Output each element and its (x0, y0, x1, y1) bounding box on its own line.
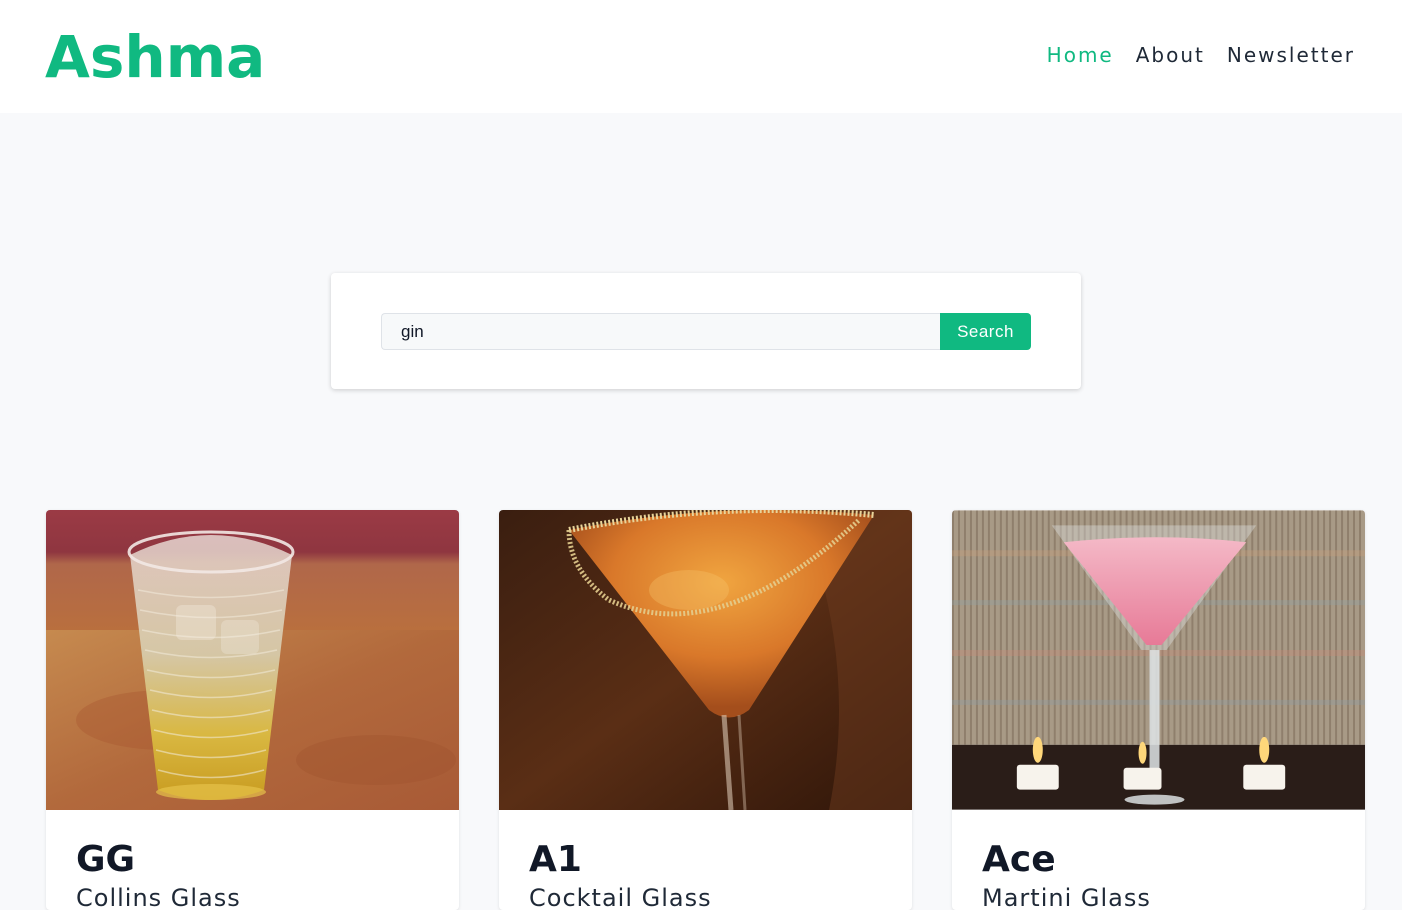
pink-martini-candles-photo (952, 510, 1365, 810)
nav-home-link[interactable]: Home (1047, 42, 1114, 68)
drink-card-ace[interactable]: Ace Martini Glass (952, 510, 1365, 910)
card-subtitle: Cocktail Glass (529, 884, 712, 910)
card-title: GG (76, 839, 136, 880)
brand-logo[interactable]: Ashma (45, 22, 265, 92)
card-title: A1 (529, 839, 582, 880)
card-title: Ace (982, 839, 1056, 880)
drink-card-gg[interactable]: GG Collins Glass (46, 510, 459, 910)
search-button[interactable]: Search (940, 313, 1031, 350)
nav-links: Home About Newsletter (1047, 42, 1355, 68)
card-subtitle: Martini Glass (982, 884, 1151, 910)
nav-newsletter-link[interactable]: Newsletter (1227, 42, 1355, 68)
ice-tumbler-drink-photo (46, 510, 459, 810)
orange-sugar-rim-cocktail-photo (499, 510, 912, 810)
search-card: Search (331, 273, 1081, 389)
drink-card-a1[interactable]: A1 Cocktail Glass (499, 510, 912, 910)
navbar: Ashma Home About Newsletter (0, 0, 1402, 113)
card-subtitle: Collins Glass (76, 884, 241, 910)
nav-about-link[interactable]: About (1136, 42, 1205, 68)
search-input[interactable] (381, 313, 940, 350)
